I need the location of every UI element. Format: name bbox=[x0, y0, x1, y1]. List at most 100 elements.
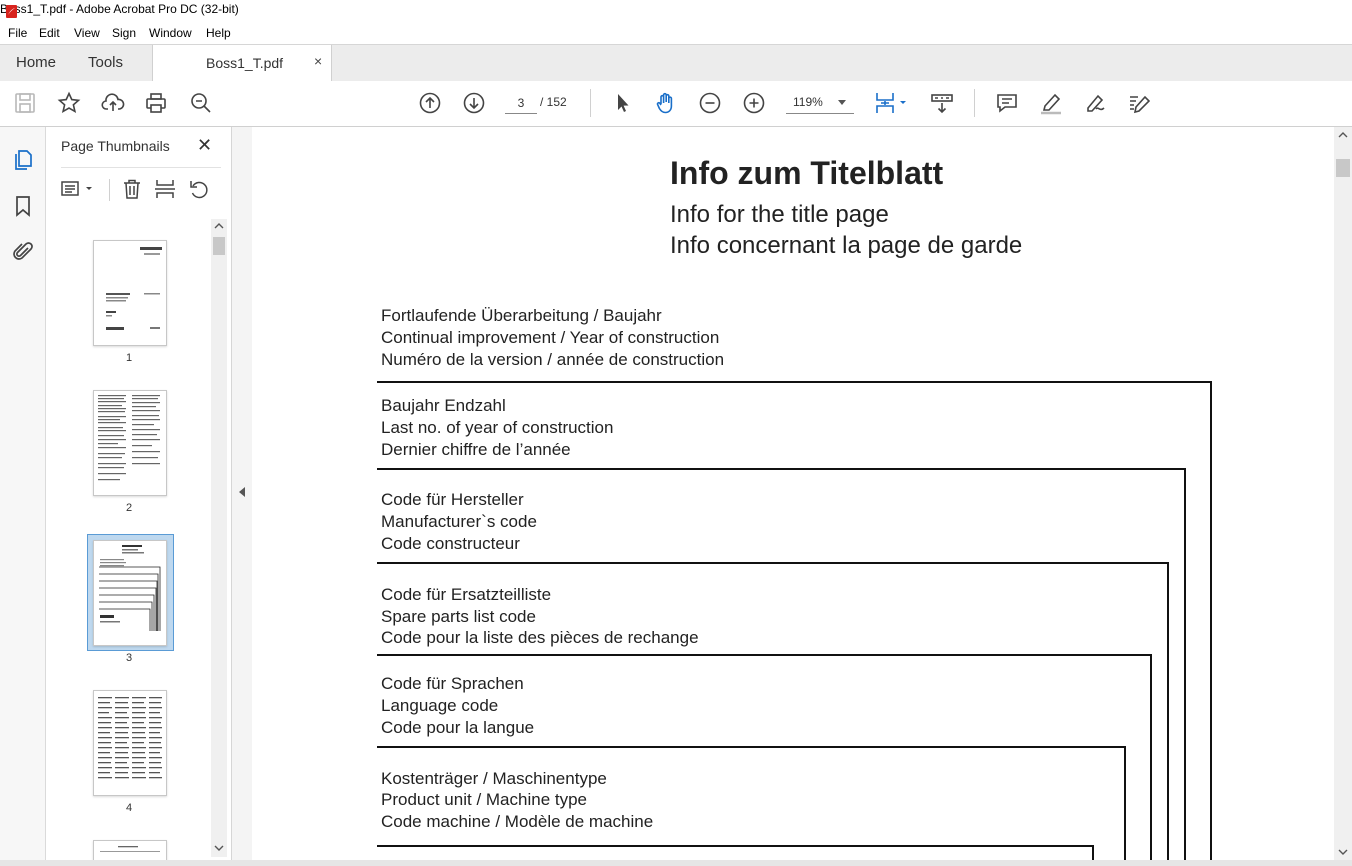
menu-bar: File Edit View Sign Window Help bbox=[0, 24, 1352, 44]
delete-page-icon[interactable] bbox=[121, 178, 143, 200]
page-thumbnail-4[interactable] bbox=[93, 690, 167, 796]
menu-edit[interactable]: Edit bbox=[39, 26, 60, 40]
page-thumbnails-icon[interactable] bbox=[11, 148, 35, 172]
edit-icon[interactable] bbox=[1126, 91, 1151, 115]
field-de: Code für Hersteller bbox=[381, 490, 524, 509]
bracket-line bbox=[1092, 845, 1094, 860]
field-en: Continual improvement / Year of construc… bbox=[381, 328, 720, 347]
thumbnail-number-3: 3 bbox=[125, 652, 133, 664]
tab-home[interactable]: Home bbox=[16, 54, 56, 71]
page-down-icon[interactable] bbox=[462, 91, 486, 115]
save-icon[interactable] bbox=[13, 91, 37, 115]
close-panel-icon[interactable]: ✕ bbox=[197, 135, 212, 156]
field-en: Product unit / Machine type bbox=[381, 790, 588, 809]
toolbar-separator bbox=[590, 89, 591, 117]
window-title: Boss1_T.pdf - Adobe Acrobat Pro DC (32-b… bbox=[0, 2, 239, 16]
page-thumbnail-1[interactable] bbox=[93, 240, 167, 346]
field-de: Fortlaufende Überarbeitung / Baujahr bbox=[381, 306, 662, 325]
scroll-mode-icon[interactable] bbox=[930, 91, 954, 115]
zoom-search-icon[interactable] bbox=[189, 91, 213, 115]
select-pointer-icon[interactable] bbox=[610, 91, 634, 115]
thumbnail-page-4-preview bbox=[98, 697, 162, 779]
document-scroll-thumb[interactable] bbox=[1336, 159, 1350, 177]
thumbnail-page-1-preview bbox=[106, 247, 162, 330]
toolbar-separator bbox=[974, 89, 975, 117]
page-total-label: / 152 bbox=[540, 95, 567, 109]
thumbnails-panel: Page Thumbnails ✕ 1 2 3 4 bbox=[46, 127, 232, 861]
thumbnail-options-icon[interactable] bbox=[60, 179, 94, 199]
bookmark-star-icon[interactable] bbox=[57, 91, 81, 115]
field-fr: Code pour la langue bbox=[381, 718, 535, 737]
field-fr: Code pour la liste des pièces de rechang… bbox=[381, 628, 699, 647]
highlight-icon[interactable] bbox=[1039, 91, 1063, 115]
scroll-up-icon[interactable] bbox=[1338, 131, 1348, 139]
tab-document[interactable]: Boss1_T.pdf × bbox=[152, 45, 332, 81]
thumbnail-number-2: 2 bbox=[125, 502, 133, 514]
hand-icon[interactable] bbox=[654, 91, 678, 115]
thumbnails-scroll-thumb[interactable] bbox=[213, 237, 225, 255]
bracket-line bbox=[377, 654, 1152, 656]
bracket-line bbox=[377, 381, 1212, 383]
thumbnails-scrollbar[interactable] bbox=[211, 219, 227, 857]
field-en: Manufacturer`s code bbox=[381, 512, 537, 531]
page-thumbnail-2[interactable] bbox=[93, 390, 167, 496]
tab-document-label: Boss1_T.pdf bbox=[206, 55, 284, 71]
bracket-line bbox=[377, 562, 1169, 564]
document-scrollbar[interactable] bbox=[1334, 127, 1352, 860]
bracket-line bbox=[377, 845, 1094, 847]
fit-page-icon[interactable] bbox=[874, 91, 910, 115]
bracket-line bbox=[1124, 746, 1126, 860]
zoom-level-value: 119% bbox=[793, 95, 823, 109]
close-tab-icon[interactable]: × bbox=[314, 53, 322, 69]
bracket-line bbox=[1184, 468, 1186, 860]
bookmarks-icon[interactable] bbox=[11, 194, 35, 218]
title-bar: Boss1_T.pdf - Adobe Acrobat Pro DC (32-b… bbox=[0, 0, 1352, 24]
left-rail bbox=[0, 127, 46, 860]
field-de: Baujahr Endzahl bbox=[381, 396, 506, 415]
bracket-line bbox=[1167, 562, 1169, 860]
thumbnail-page-3-preview bbox=[99, 545, 161, 631]
bracket-line bbox=[377, 468, 1186, 470]
page-thumbnail-5[interactable] bbox=[93, 840, 167, 861]
zoom-in-icon[interactable] bbox=[742, 91, 766, 115]
panel-title: Page Thumbnails bbox=[61, 138, 170, 154]
page-subheading-fr: Info concernant la page de garde bbox=[670, 232, 1023, 259]
acrobat-logo-icon bbox=[6, 5, 17, 18]
menu-window[interactable]: Window bbox=[149, 26, 192, 40]
field-de: Code für Sprachen bbox=[381, 674, 524, 693]
sign-icon[interactable] bbox=[1083, 91, 1107, 115]
scroll-up-icon[interactable] bbox=[214, 222, 224, 230]
thumbnail-number-4: 4 bbox=[125, 802, 133, 814]
zoom-out-icon[interactable] bbox=[698, 91, 722, 115]
tab-tools[interactable]: Tools bbox=[88, 54, 123, 71]
scroll-down-icon[interactable] bbox=[214, 844, 224, 852]
comment-icon[interactable] bbox=[995, 91, 1019, 115]
extract-page-icon[interactable] bbox=[154, 178, 176, 200]
page-heading: Info zum Titelblatt bbox=[670, 155, 944, 191]
thumbnail-number-1: 1 bbox=[125, 352, 133, 364]
field-de: Code für Ersatzteilliste bbox=[381, 585, 552, 604]
bracket-line bbox=[1150, 654, 1152, 860]
upload-icon[interactable] bbox=[101, 91, 125, 115]
menu-file[interactable]: File bbox=[8, 26, 27, 40]
zoom-level-select[interactable]: 119% bbox=[786, 93, 854, 114]
bracket-line bbox=[1210, 381, 1212, 860]
menu-view[interactable]: View bbox=[74, 26, 100, 40]
menu-help[interactable]: Help bbox=[206, 26, 231, 40]
print-icon[interactable] bbox=[144, 91, 168, 115]
attachments-icon[interactable] bbox=[11, 239, 35, 263]
field-fr: Code machine / Modèle de machine bbox=[381, 812, 654, 831]
thumbnail-page-2-preview bbox=[98, 395, 160, 481]
bottom-edge bbox=[0, 860, 1352, 866]
panel-collapse-handle[interactable] bbox=[232, 127, 252, 860]
field-en: Language code bbox=[381, 696, 499, 715]
rotate-page-icon[interactable] bbox=[188, 178, 210, 200]
page-subheading-en: Info for the title page bbox=[670, 201, 889, 228]
page-up-icon[interactable] bbox=[418, 91, 442, 115]
tab-bar: Home Tools Boss1_T.pdf × bbox=[0, 44, 1352, 82]
page-number-input[interactable] bbox=[505, 93, 537, 114]
document-view[interactable]: Info zum Titelblatt Info for the title p… bbox=[253, 127, 1334, 860]
page-thumbnail-3[interactable] bbox=[93, 540, 167, 646]
menu-sign[interactable]: Sign bbox=[112, 26, 136, 40]
scroll-down-icon[interactable] bbox=[1338, 848, 1348, 856]
